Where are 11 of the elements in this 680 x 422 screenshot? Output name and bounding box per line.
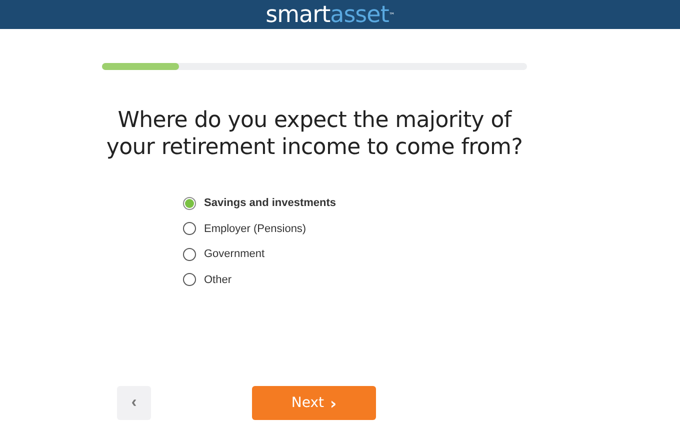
option-label[interactable]: Other — [204, 274, 232, 286]
radio-button[interactable] — [183, 273, 196, 286]
option-label[interactable]: Employer (Pensions) — [204, 222, 306, 235]
logo: smartasset$^{™}$ — [266, 2, 394, 29]
back-button[interactable]: ‹ — [117, 386, 151, 420]
question-text: Where do you expect the majority of your retirement income to come from? — [105, 107, 524, 161]
option-label[interactable]: Savings and investments — [204, 197, 336, 210]
option-label[interactable]: Government — [204, 248, 265, 260]
radio-button[interactable] — [183, 248, 196, 261]
radio-button[interactable] — [183, 222, 196, 236]
radio-button[interactable] — [183, 196, 196, 210]
